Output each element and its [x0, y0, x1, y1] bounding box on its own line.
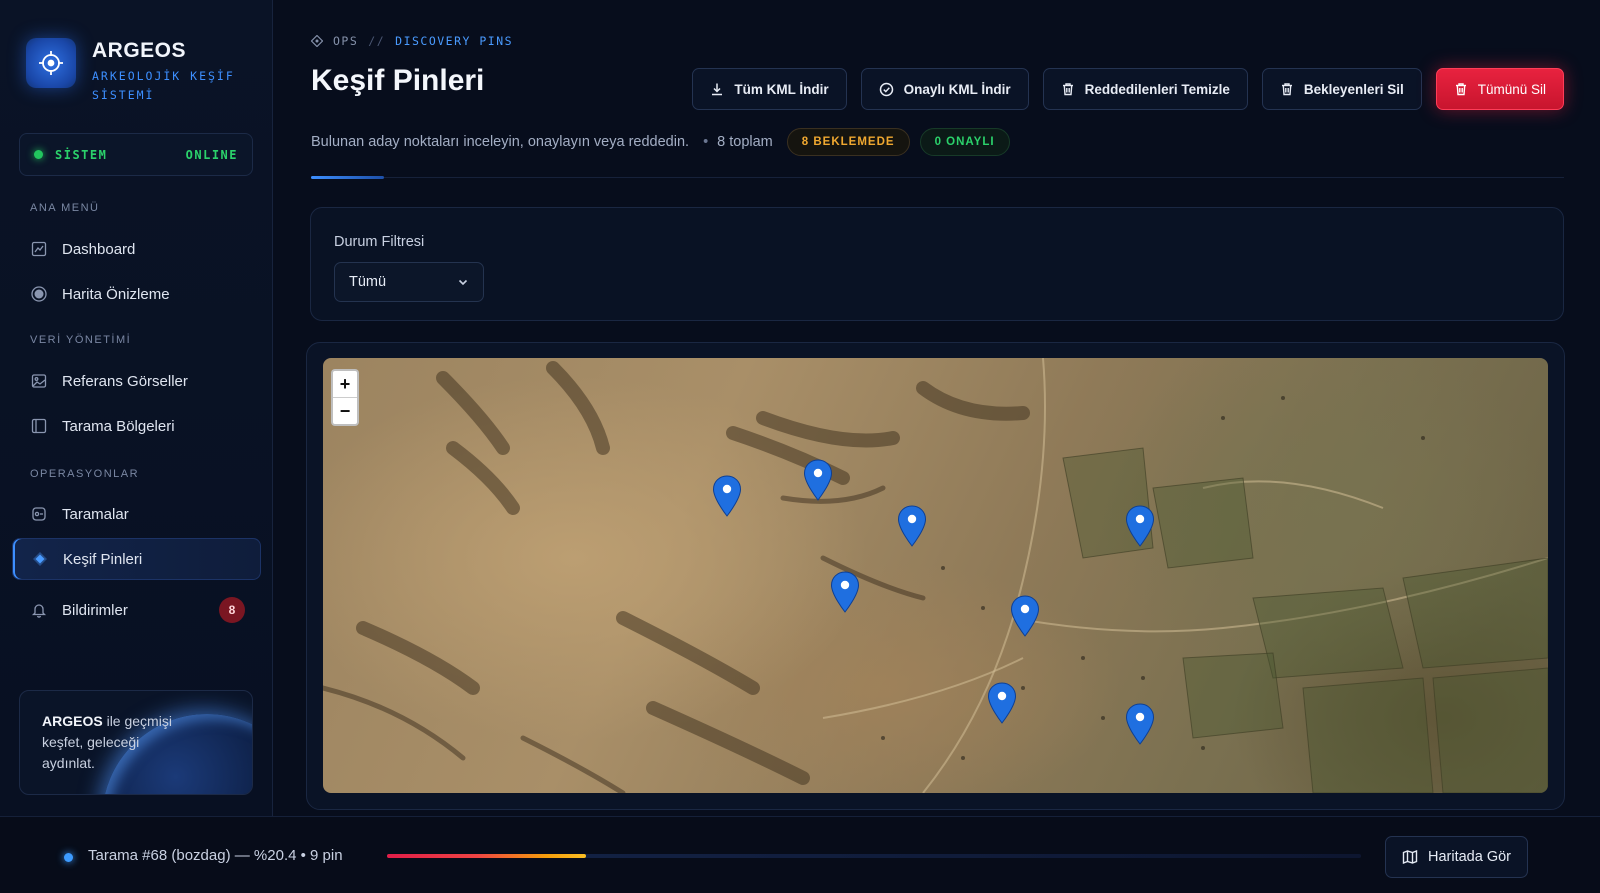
promo-brand: ARGEOS	[42, 713, 103, 729]
promo-card: ARGEOS ile geçmişi keşfet, geleceği aydı…	[19, 690, 253, 795]
sidebar-item-scans[interactable]: Taramalar	[12, 493, 261, 535]
sidebar-item-map-preview[interactable]: Harita Önizleme	[12, 273, 261, 315]
sidebar-item-label: Referans Görseller	[62, 372, 188, 390]
scan-status-dot-icon	[64, 853, 73, 862]
sidebar-item-scan-regions[interactable]: Tarama Bölgeleri	[12, 405, 261, 447]
map-pin-icon[interactable]	[987, 682, 1017, 724]
sidebar-item-label: Bildirimler	[62, 601, 128, 619]
satellite-map[interactable]: + −	[323, 358, 1548, 793]
chevron-down-icon	[458, 279, 468, 286]
pending-badge: 8 BEKLEMEDE	[786, 128, 910, 156]
map-pin-icon[interactable]	[803, 459, 833, 501]
terrain-texture	[323, 358, 1548, 793]
chart-icon	[30, 240, 48, 258]
brand[interactable]: ARGEOS ARKEOLOJİK KEŞİF SİSTEMİ	[26, 38, 242, 105]
download-approved-kml-label: Onaylı KML İndir	[903, 81, 1011, 97]
status-filter-label: Durum Filtresi	[334, 234, 425, 250]
clear-rejected-label: Reddedilenleri Temizle	[1084, 81, 1230, 97]
delete-all-label: Tümünü Sil	[1477, 81, 1546, 97]
trash-icon	[1281, 83, 1292, 96]
target-logo-icon	[26, 38, 76, 88]
map-icon	[1402, 849, 1418, 865]
trash-icon	[1455, 83, 1466, 96]
diamond-pin-icon	[31, 550, 49, 568]
map-card: + −	[306, 342, 1565, 810]
download-approved-kml-button[interactable]: Onaylı KML İndir	[860, 68, 1029, 110]
header-divider	[311, 177, 1564, 178]
trash-icon	[1062, 83, 1073, 96]
delete-all-button[interactable]: Tümünü Sil	[1435, 68, 1564, 110]
page-description: Bulunan aday noktaları inceleyin, onayla…	[311, 134, 690, 150]
zoom-in-button[interactable]: +	[333, 371, 357, 398]
status-filter-select[interactable]: Tümü	[334, 262, 484, 302]
breadcrumb-current: DISCOVERY PINS	[395, 34, 514, 48]
map-pin-icon[interactable]	[1125, 505, 1155, 547]
brand-subtitle: ARKEOLOJİK KEŞİF SİSTEMİ	[92, 69, 235, 102]
breadcrumb-separator: //	[368, 34, 386, 48]
sidebar: ARGEOS ARKEOLOJİK KEŞİF SİSTEMİ SİSTEM O…	[0, 0, 273, 816]
zoom-out-button[interactable]: −	[333, 398, 357, 425]
notification-count-badge: 8	[219, 597, 245, 623]
page-summary: Bulunan aday noktaları inceleyin, onayla…	[311, 128, 1010, 156]
image-icon	[30, 372, 48, 390]
zoom-control: + −	[331, 369, 359, 426]
globe-icon	[30, 285, 48, 303]
scan-icon	[30, 505, 48, 523]
breadcrumb-root[interactable]: OPS	[333, 34, 358, 48]
sidebar-item-label: Keşif Pinleri	[63, 550, 143, 568]
region-icon	[30, 417, 48, 435]
clear-rejected-button[interactable]: Reddedilenleri Temizle	[1042, 68, 1248, 110]
scan-progress-fill	[387, 854, 586, 858]
download-all-kml-label: Tüm KML İndir	[734, 81, 829, 97]
approved-badge: 0 ONAYLI	[919, 128, 1010, 156]
sidebar-item-label: Dashboard	[62, 240, 136, 258]
system-status-label: SİSTEM	[55, 147, 108, 162]
map-pin-icon[interactable]	[897, 505, 927, 547]
delete-pending-button[interactable]: Bekleyenleri Sil	[1261, 68, 1422, 110]
scan-progress-bar	[387, 854, 1361, 858]
nav-section-main: ANA MENÜ	[30, 202, 100, 214]
filter-card: Durum Filtresi Tümü	[310, 207, 1564, 321]
status-filter-value: Tümü	[349, 274, 387, 290]
sidebar-item-reference-images[interactable]: Referans Görseller	[12, 360, 261, 402]
download-all-kml-button[interactable]: Tüm KML İndir	[692, 68, 847, 110]
total-count: 8 toplam	[717, 134, 773, 150]
sidebar-item-discovery-pins[interactable]: Keşif Pinleri	[12, 538, 261, 580]
system-status-value: ONLINE	[185, 147, 238, 162]
view-on-map-button[interactable]: Haritada Gör	[1384, 836, 1528, 878]
breadcrumb: OPS // DISCOVERY PINS	[311, 34, 513, 48]
check-circle-icon	[879, 82, 893, 96]
bell-icon	[30, 601, 48, 619]
map-pin-icon[interactable]	[712, 475, 742, 517]
toolbar: Tüm KML İndir Onaylı KML İndir Reddedile…	[692, 68, 1564, 110]
delete-pending-label: Bekleyenleri Sil	[1303, 81, 1404, 97]
sidebar-item-label: Tarama Bölgeleri	[62, 417, 175, 435]
sidebar-item-dashboard[interactable]: Dashboard	[12, 228, 261, 270]
map-pin-icon[interactable]	[1010, 595, 1040, 637]
scan-status-text: Tarama #68 (bozdag) — %20.4 • 9 pin	[88, 847, 343, 864]
view-on-map-label: Haritada Gör	[1427, 849, 1511, 865]
sidebar-item-label: Harita Önizleme	[62, 285, 170, 303]
scan-status-bar: Tarama #68 (bozdag) — %20.4 • 9 pin Hari…	[0, 816, 1600, 893]
nav-section-operations: OPERASYONLAR	[30, 468, 140, 480]
status-dot-icon	[34, 150, 43, 159]
map-pin-icon[interactable]	[830, 571, 860, 613]
system-status: SİSTEM ONLINE	[19, 133, 253, 176]
header-divider-accent	[311, 176, 384, 179]
sidebar-item-label: Taramalar	[62, 505, 129, 523]
diamond-icon	[311, 35, 323, 47]
download-icon	[712, 83, 723, 96]
page-title: Keşif Pinleri	[311, 64, 485, 97]
separator-dot: •	[703, 134, 709, 150]
nav-section-data: VERİ YÖNETİMİ	[30, 334, 132, 346]
map-pin-icon[interactable]	[1125, 703, 1155, 745]
brand-name: ARGEOS	[92, 39, 187, 62]
sidebar-item-notifications[interactable]: Bildirimler 8	[12, 589, 261, 631]
